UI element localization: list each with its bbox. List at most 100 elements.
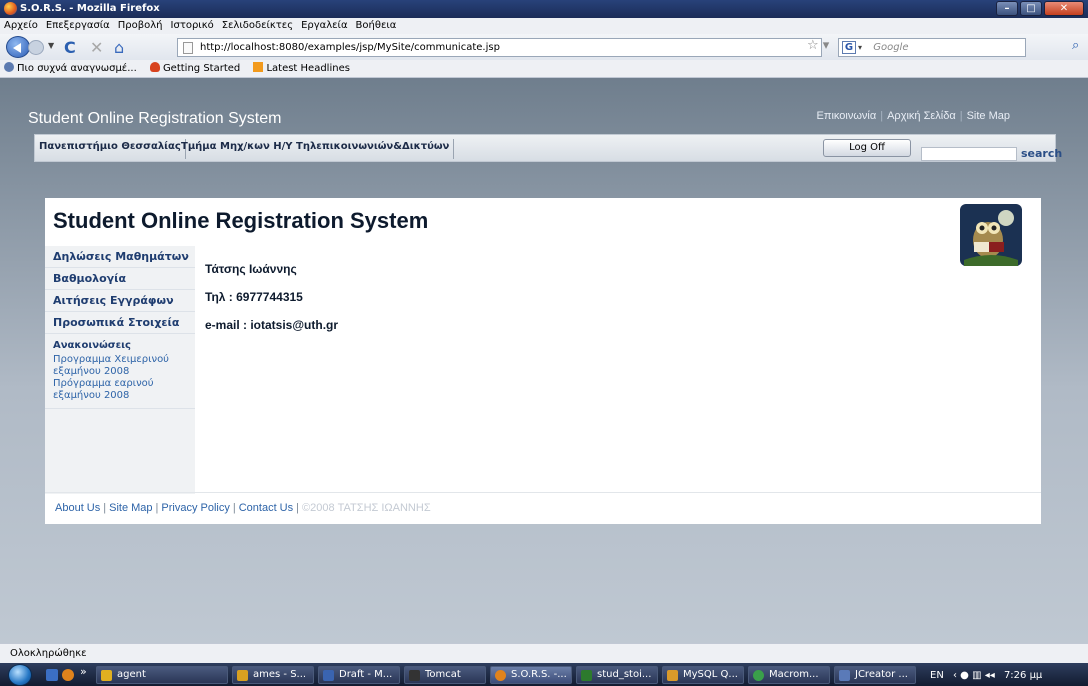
menu-history[interactable]: Ιστορικό <box>171 18 214 34</box>
menu-tools[interactable]: Εργαλεία <box>301 18 347 34</box>
link-home[interactable]: Αρχική Σελίδα <box>887 110 956 122</box>
word-icon <box>323 670 334 681</box>
tab-department[interactable]: Τμήμα Μηχ/κων Η/Υ Τηλεπικοινωνιών&Δικτύω… <box>177 139 455 159</box>
link-contact[interactable]: Επικοινωνία <box>817 110 877 122</box>
web-search-input[interactable]: G ▾ Google <box>838 38 1026 57</box>
menu-file[interactable]: Αρχείο <box>4 18 38 34</box>
history-dropdown-icon[interactable]: ▼ <box>48 41 54 50</box>
copyright: ©2008 ΤΑΤΣΗΣ ΙΩΑΝΝΗΣ <box>302 502 431 514</box>
footer-link-privacy[interactable]: Privacy Policy <box>161 502 229 514</box>
clock[interactable]: 7:26 μμ <box>1004 670 1042 681</box>
search-engine-dropdown-icon[interactable]: ▾ <box>858 43 862 52</box>
search-placeholder: Google <box>873 42 909 53</box>
firefox-icon <box>495 670 506 681</box>
quicklaunch-overflow-icon[interactable]: » <box>80 665 87 678</box>
site-header-title: Student Online Registration System <box>28 110 282 127</box>
maximize-button[interactable]: □ <box>1020 1 1042 16</box>
minimize-button[interactable]: – <box>996 1 1018 16</box>
taskbar-item-label: MySQL Q... <box>683 669 738 680</box>
taskbar-item[interactable]: Draft - M... <box>318 666 400 684</box>
footer-divider <box>45 492 1041 493</box>
window-controls: – □ ✕ <box>996 1 1084 16</box>
show-desktop-icon[interactable] <box>46 669 58 681</box>
bookmark-label: Πιο συχνά αναγνωσμέ... <box>17 63 137 74</box>
taskbar-item[interactable]: MySQL Q... <box>662 666 744 684</box>
bookmark-star-icon[interactable]: ☆ ▾ <box>807 38 829 53</box>
reload-icon[interactable]: C <box>64 38 76 57</box>
contact-content: Τάτσης Ιωάννης Τηλ : 6977744315 e-mail :… <box>205 262 338 346</box>
logoff-button[interactable]: Log Off <box>823 139 911 157</box>
system-tray: EN ‹ ● ▥ ◂◂ 7:26 μμ <box>930 666 1088 686</box>
sidebar-item-course-declarations[interactable]: Δηλώσεις Μαθημάτων <box>45 246 195 268</box>
taskbar-item-label: S.O.R.S. -... <box>511 669 567 680</box>
separator: | <box>296 502 299 514</box>
separator: | <box>959 110 963 122</box>
taskbar-item-active[interactable]: S.O.R.S. -... <box>490 666 572 684</box>
tab-university[interactable]: Πανεπιστήμιο Θεσσαλίας <box>35 139 186 159</box>
page-viewport: Student Online Registration System Επικο… <box>0 78 1088 643</box>
title-bar: S.O.R.S. - Mozilla Firefox – □ ✕ <box>0 0 1088 18</box>
rss-icon <box>253 62 264 72</box>
announcement-link-winter[interactable]: Προγραμμα Χειμερινού εξαμήνου 2008 <box>53 354 187 378</box>
tray-icons[interactable]: ‹ ● ▥ ◂◂ <box>953 666 995 686</box>
forward-button[interactable] <box>28 40 44 55</box>
taskbar-item[interactable]: agent <box>96 666 228 684</box>
menu-view[interactable]: Προβολή <box>118 18 163 34</box>
footer: About Us | Site Map | Privacy Policy | Contact… <box>55 502 431 514</box>
separator: | <box>155 502 159 514</box>
menu-help[interactable]: Βοήθεια <box>356 18 397 34</box>
firefox-quicklaunch-icon[interactable] <box>62 669 74 681</box>
back-button[interactable] <box>6 36 30 58</box>
announcements-section: Ανακοινώσεις Προγραμμα Χειμερινού εξαμήν… <box>45 334 195 409</box>
window-title: S.O.R.S. - Mozilla Firefox <box>20 3 160 14</box>
stop-icon[interactable]: ✕ <box>90 38 103 57</box>
bookmarks-bar: Πιο συχνά αναγνωσμέ... Getting Started L… <box>0 60 1088 78</box>
footer-link-sitemap[interactable]: Site Map <box>109 502 152 514</box>
owl-logo-icon <box>960 204 1022 266</box>
menu-bar: Αρχείο Επεξεργασία Προβολή Ιστορικό Σελι… <box>0 18 1088 34</box>
url-input[interactable]: http://localhost:8080/examples/jsp/MySit… <box>177 38 822 57</box>
sidebar-item-personal-info[interactable]: Προσωπικά Στοιχεία <box>45 312 195 334</box>
site-search-input[interactable] <box>921 147 1017 161</box>
taskbar-item[interactable]: Tomcat <box>404 666 486 684</box>
taskbar-item-label: stud_stoi... <box>597 669 652 680</box>
menu-edit[interactable]: Επεξεργασία <box>46 18 110 34</box>
bookmark-label: Getting Started <box>162 63 241 74</box>
taskbar-item-label: Macrom... <box>769 669 819 680</box>
sidebar: Δηλώσεις Μαθημάτων Βαθμολογία Αιτήσεις Ε… <box>45 246 195 494</box>
language-indicator[interactable]: EN <box>930 670 944 681</box>
taskbar: » agent ames - S... Draft - M... Tomcat … <box>0 663 1088 686</box>
contact-phone: Τηλ : 6977744315 <box>205 290 303 304</box>
url-text: http://localhost:8080/examples/jsp/MySit… <box>200 42 500 53</box>
macromedia-icon <box>753 670 764 681</box>
card-title: Student Online Registration System <box>53 208 429 233</box>
taskbar-item[interactable]: stud_stoi... <box>576 666 658 684</box>
sidebar-item-document-requests[interactable]: Αιτήσεις Εγγράφων <box>45 290 195 312</box>
bookmark-most-visited[interactable]: Πιο συχνά αναγνωσμέ... <box>4 60 137 78</box>
start-button[interactable] <box>8 664 32 686</box>
top-tab-bar: Πανεπιστήμιο Θεσσαλίας Τμήμα Μηχ/κων Η/Υ… <box>34 134 1062 162</box>
separator: | <box>103 502 107 514</box>
home-icon[interactable]: ⌂ <box>114 38 124 57</box>
bookmark-latest-headlines[interactable]: Latest Headlines <box>253 60 350 78</box>
taskbar-item-label: JCreator ... <box>855 669 908 680</box>
taskbar-item[interactable]: ames - S... <box>232 666 314 684</box>
footer-link-about[interactable]: About Us <box>55 502 100 514</box>
taskbar-item[interactable]: Macrom... <box>748 666 830 684</box>
sidebar-item-grades[interactable]: Βαθμολογία <box>45 268 195 290</box>
site-search-button[interactable]: search <box>1021 147 1062 160</box>
link-sitemap[interactable]: Site Map <box>967 110 1010 122</box>
announcement-link-spring[interactable]: Πρόγραμμα εαρινού εξαμήνου 2008 <box>53 378 187 402</box>
contact-email: e-mail : iotatsis@uth.gr <box>205 318 339 332</box>
jcreator-icon <box>839 670 850 681</box>
close-button[interactable]: ✕ <box>1044 1 1084 16</box>
taskbar-item-label: agent <box>117 669 146 680</box>
bookmark-getting-started[interactable]: Getting Started <box>149 60 241 78</box>
taskbar-item[interactable]: JCreator ... <box>834 666 916 684</box>
menu-bookmarks[interactable]: Σελιδοδείκτες <box>222 18 293 34</box>
separator: | <box>232 502 236 514</box>
footer-link-contact[interactable]: Contact Us <box>239 502 293 514</box>
app-icon <box>581 670 592 681</box>
google-icon[interactable]: G <box>842 41 856 54</box>
search-icon[interactable]: ⌕ <box>1072 38 1079 53</box>
